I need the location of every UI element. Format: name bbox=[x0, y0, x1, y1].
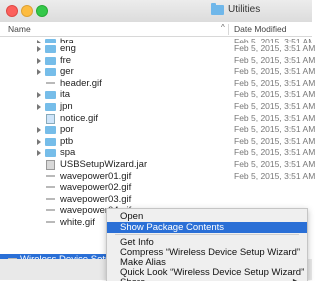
folder-icon bbox=[45, 137, 56, 146]
date-modified: Feb 5, 2015, 3:51 AM bbox=[234, 170, 316, 181]
date-modified-column-header[interactable]: Date Modified bbox=[234, 24, 286, 34]
file-name: ger bbox=[60, 66, 74, 78]
title-bar: Utilities bbox=[0, 0, 312, 23]
file-name: ita bbox=[60, 89, 71, 101]
sort-ascending-icon: ^ bbox=[221, 23, 225, 32]
file-name: header.gif bbox=[60, 77, 102, 89]
file-row[interactable]: notice.gif Feb 5, 2015, 3:51 AM bbox=[0, 112, 316, 125]
finder-window: Utilities Name ^ Date Modified bra Feb 5,… bbox=[0, 0, 316, 281]
folder-row[interactable]: ptb Feb 5, 2015, 3:51 AM bbox=[0, 135, 316, 148]
image-file-icon bbox=[46, 209, 55, 212]
jar-file-icon bbox=[46, 159, 55, 170]
folder-row[interactable]: ger Feb 5, 2015, 3:51 AM bbox=[0, 66, 316, 78]
date-modified: Feb 5, 2015, 3:51 AM bbox=[234, 43, 316, 53]
folder-icon bbox=[45, 149, 56, 158]
folder-icon bbox=[45, 56, 56, 65]
file-row[interactable]: wavepower01.gif Feb 5, 2015, 3:51 AM bbox=[0, 170, 316, 183]
folder-icon bbox=[45, 126, 56, 135]
image-file-icon bbox=[46, 113, 55, 124]
file-list: bra Feb 5, 2015, 3:51 AM eng Feb 5, 2015, 3… bbox=[0, 37, 316, 266]
date-modified: Feb 5, 2015, 3:51 AM bbox=[234, 112, 316, 123]
folder-row[interactable]: ita Feb 5, 2015, 3:51 AM bbox=[0, 89, 316, 101]
disclosure-triangle-icon[interactable] bbox=[37, 69, 41, 76]
disclosure-triangle-icon[interactable] bbox=[37, 57, 41, 64]
disclosure-triangle-icon[interactable] bbox=[37, 46, 41, 52]
folder-row[interactable]: por Feb 5, 2015, 3:51 AM bbox=[0, 124, 316, 136]
date-modified: Feb 5, 2015, 3:51 AM bbox=[234, 54, 316, 65]
image-file-icon bbox=[46, 197, 55, 200]
file-row[interactable]: wavepower03.gif bbox=[0, 194, 312, 206]
date-modified: Feb 5, 2015, 3:51 AM bbox=[234, 100, 316, 111]
folder-icon bbox=[45, 45, 56, 53]
folder-icon bbox=[45, 102, 56, 111]
file-name: USBSetupWizard.jar bbox=[60, 158, 148, 170]
context-menu: Open Show Package Contents Get Info Compres… bbox=[106, 208, 308, 281]
file-name: wavepower02.gif bbox=[60, 182, 132, 194]
disclosure-triangle-icon[interactable] bbox=[37, 138, 41, 145]
file-name: ptb bbox=[60, 135, 74, 147]
disclosure-triangle-icon[interactable] bbox=[37, 103, 41, 110]
date-modified: Feb 5, 2015, 3:51 AM bbox=[234, 66, 316, 77]
folder-icon bbox=[211, 2, 224, 15]
minimize-window-button[interactable] bbox=[21, 5, 33, 17]
file-row[interactable]: wavepower02.gif bbox=[0, 182, 312, 194]
folder-icon bbox=[45, 91, 56, 100]
folder-row[interactable]: spa Feb 5, 2015, 3:51 AM bbox=[0, 147, 316, 159]
disclosure-triangle-icon[interactable] bbox=[37, 127, 41, 134]
submenu-arrow-icon: ▶ bbox=[293, 277, 299, 281]
name-column-header[interactable]: Name bbox=[8, 24, 31, 34]
date-modified: Feb 5, 2015, 3:51 AM bbox=[234, 147, 316, 158]
folder-row[interactable]: fre Feb 5, 2015, 3:51 AM bbox=[0, 54, 316, 67]
file-name: wavepower03.gif bbox=[60, 193, 132, 205]
file-name: por bbox=[60, 124, 74, 136]
date-modified: Feb 5, 2015, 3:51 AM bbox=[234, 124, 316, 135]
column-divider[interactable] bbox=[228, 24, 229, 35]
date-modified: Feb 5, 2015, 3:51 AM bbox=[234, 77, 316, 88]
date-modified: Feb 5, 2015, 3:51 AM bbox=[234, 158, 316, 169]
file-name: white.gif bbox=[60, 216, 95, 228]
file-row[interactable]: USBSetupWizard.jar Feb 5, 2015, 3:51 AM bbox=[0, 158, 316, 171]
window-title: Utilities bbox=[211, 2, 261, 15]
date-modified: Feb 5, 2015, 3:51 AM bbox=[234, 89, 316, 100]
close-window-button[interactable] bbox=[6, 5, 18, 17]
zoom-window-button[interactable] bbox=[36, 5, 48, 17]
window-title-text: Utilities bbox=[228, 4, 261, 15]
image-file-icon bbox=[46, 186, 55, 189]
disclosure-triangle-icon[interactable] bbox=[37, 150, 41, 157]
file-name: wavepower01.gif bbox=[60, 170, 132, 182]
date-modified: Feb 5, 2015, 3:51 AM bbox=[234, 135, 316, 146]
file-name: fre bbox=[60, 54, 72, 66]
image-file-icon bbox=[46, 174, 55, 177]
image-file-icon bbox=[46, 220, 55, 223]
menu-separator bbox=[115, 234, 299, 235]
folder-row[interactable]: eng Feb 5, 2015, 3:51 AM bbox=[0, 43, 316, 55]
column-header: Name ^ Date Modified bbox=[0, 22, 312, 37]
file-name: jpn bbox=[60, 100, 73, 112]
disclosure-triangle-icon[interactable] bbox=[37, 92, 41, 99]
folder-row[interactable]: jpn Feb 5, 2015, 3:51 AM bbox=[0, 100, 316, 113]
context-menu-item-label: Open bbox=[120, 211, 144, 222]
context-menu-item[interactable]: Show Package Contents bbox=[107, 222, 307, 233]
image-file-icon bbox=[46, 81, 55, 84]
context-menu-item-label: Share bbox=[120, 277, 145, 281]
folder-icon bbox=[45, 68, 56, 77]
file-row[interactable]: header.gif Feb 5, 2015, 3:51 AM bbox=[0, 77, 316, 90]
context-menu-item-label: Show Package Contents bbox=[120, 222, 225, 233]
file-name: notice.gif bbox=[60, 112, 99, 124]
file-name: spa bbox=[60, 147, 76, 159]
context-menu-item[interactable]: Share ▶ bbox=[107, 277, 307, 281]
file-name: eng bbox=[60, 43, 76, 54]
context-menu-item[interactable]: Open bbox=[107, 211, 307, 222]
